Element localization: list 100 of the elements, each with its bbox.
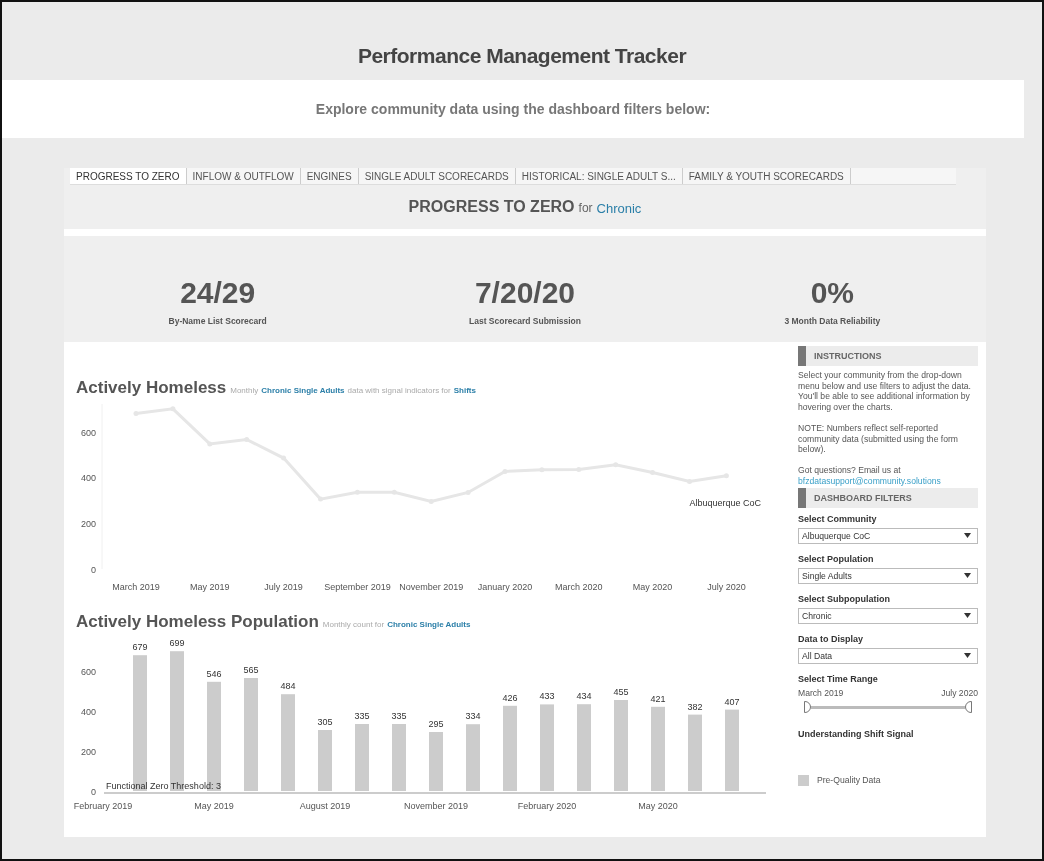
kpi-label: Last Scorecard Submission — [469, 316, 581, 326]
axis-tick-label: May 2020 — [638, 801, 678, 811]
legend-swatch — [798, 774, 809, 786]
data-point — [428, 498, 434, 504]
data-point — [687, 478, 692, 484]
axis-tick-label: March 2019 — [112, 582, 160, 592]
data-label: 426 — [502, 692, 518, 703]
data-point — [318, 496, 323, 502]
caret-icon — [964, 613, 971, 619]
axis-tick-label: May 2020 — [632, 582, 673, 592]
data-point — [465, 489, 471, 495]
tab[interactable]: PROGRESS TO ZERO — [70, 168, 187, 184]
data-label: 335 — [354, 711, 370, 721]
axis-tick-label: November 2019 — [404, 801, 468, 811]
section-filter: Chronic — [596, 200, 642, 216]
dropdown[interactable]: Albuquerque CoC — [798, 527, 978, 544]
data-point — [391, 489, 397, 495]
chart-subtitle: Monthly count for Chronic Single Adults — [322, 620, 472, 629]
data-point — [133, 410, 139, 416]
data-point — [539, 467, 545, 473]
data-point — [650, 470, 656, 475]
axis-tick-label: 200 — [80, 519, 96, 530]
data-point — [576, 467, 582, 473]
data-point — [502, 468, 508, 474]
data-label: 546 — [206, 668, 222, 679]
page-title: Performance Management Tracker — [356, 44, 688, 69]
data-label: 434 — [576, 691, 592, 702]
dropdown[interactable]: Single Adults — [798, 567, 978, 584]
data-label: 433 — [539, 691, 555, 702]
data-label: 565 — [243, 665, 259, 675]
range-start: March 2019 — [798, 687, 844, 698]
data-point — [170, 406, 176, 412]
data-label: 334 — [465, 711, 481, 722]
bar — [466, 724, 480, 791]
caret-icon — [964, 573, 971, 579]
axis-tick-label: August 2019 — [299, 801, 351, 811]
kpi-value: 7/20/20 — [474, 276, 576, 310]
axis-tick-label: March 2020 — [555, 582, 603, 592]
data-label: 421 — [650, 693, 666, 704]
data-point — [613, 462, 619, 468]
contact-text: Got questions? Email us at — [798, 465, 902, 476]
bar — [429, 732, 443, 791]
section-connector: for — [578, 201, 593, 215]
caret-icon — [964, 533, 971, 539]
axis-tick-label: 0 — [91, 565, 96, 575]
filter-label: Select Time Range — [798, 673, 879, 684]
chart-title: Actively Homeless — [76, 378, 227, 398]
kpi-label: 3 Month Data Reliability — [784, 316, 881, 326]
filter-label: Select Population — [798, 553, 875, 564]
filter-label: Data to Display — [798, 633, 865, 644]
legend-label: Pre-Quality Data — [817, 775, 881, 786]
bar — [392, 724, 406, 791]
axis-tick-label: February 2020 — [517, 801, 577, 811]
section-heading: DASHBOARD FILTERS — [798, 487, 978, 508]
axis-tick-label: 200 — [80, 747, 96, 757]
banner-text: Explore community data using the dashboard filters below: — [315, 101, 711, 117]
kpi-value: 0% — [810, 276, 854, 310]
kpi-label: By-Name List Scorecard — [168, 316, 267, 326]
range-end: July 2020 — [941, 687, 978, 698]
slider-handle[interactable] — [965, 700, 972, 713]
bar — [355, 724, 369, 791]
slider-handle[interactable] — [804, 700, 811, 713]
axis-tick-label: July 2020 — [707, 582, 746, 592]
data-label: 699 — [169, 638, 185, 649]
axis-tick-label: May 2019 — [194, 801, 234, 811]
data-label: 305 — [317, 717, 333, 727]
data-point — [281, 455, 287, 461]
axis-tick-label: 400 — [80, 707, 96, 717]
data-point — [723, 473, 729, 479]
axis-tick-label: September 2019 — [324, 582, 391, 592]
data-point — [354, 489, 360, 495]
filter-label: Select Community — [798, 513, 878, 524]
instruction-text: Select your community from the drop-down menu below and use filters to adjust the data. You'll be able to see additional information by hovering over the charts. — [798, 370, 972, 413]
data-label: 335 — [391, 711, 407, 721]
series-label: Albuquerque CoC — [689, 498, 761, 508]
axis-tick-label: July 2019 — [264, 582, 303, 592]
chart-title: Actively Homeless Population — [76, 612, 319, 632]
axis-tick-label: February 2019 — [73, 801, 133, 811]
axis-tick-label: 0 — [91, 787, 96, 797]
axis-tick-label: January 2020 — [477, 582, 533, 592]
axis-tick-label: 400 — [80, 473, 96, 484]
axis-tick-label: May 2019 — [190, 582, 230, 592]
data-label: 679 — [132, 642, 148, 653]
filter-label: Select Subpopulation — [798, 593, 891, 604]
section-heading: INSTRUCTIONS — [798, 346, 978, 366]
data-label: 484 — [280, 681, 296, 692]
instruction-text: NOTE: Numbers reflect self-reported community data (submitted using the form below). — [798, 422, 959, 456]
data-point — [207, 441, 213, 447]
shift-heading: Understanding Shift Signal — [798, 728, 915, 739]
dropdown[interactable]: Chronic — [798, 607, 978, 624]
bar — [318, 730, 332, 791]
axis-tick-label: 600 — [80, 427, 96, 438]
caret-icon — [964, 653, 971, 659]
data-label: 382 — [687, 701, 703, 712]
section-title: PROGRESS TO ZERO — [408, 198, 575, 216]
axis-tick-label: November 2019 — [399, 582, 464, 592]
data-label: 407 — [724, 696, 740, 707]
data-label: 455 — [613, 687, 629, 697]
dropdown[interactable]: All Data — [798, 647, 978, 664]
axis-tick-label: 600 — [80, 667, 96, 677]
